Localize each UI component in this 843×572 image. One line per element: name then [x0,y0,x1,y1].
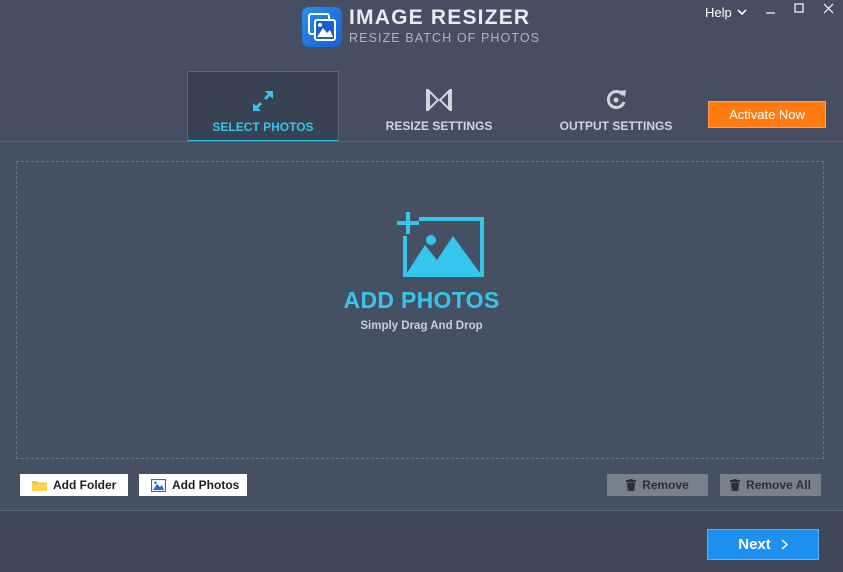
trash-icon [730,479,741,491]
minimize-button[interactable] [762,2,780,18]
expand-arrows-icon [253,91,273,111]
tab-resize-settings[interactable]: RESIZE SETTINGS [363,71,515,142]
header-divider [0,141,843,142]
close-button[interactable] [820,2,838,18]
tab-select-photos[interactable]: SELECT PHOTOS [187,71,339,142]
help-menu[interactable]: Help [705,5,747,20]
drag-drop-hint: Simply Drag And Drop [360,320,483,332]
tab-output-settings[interactable]: OUTPUT SETTINGS [540,71,692,142]
activate-now-button[interactable]: Activate Now [708,101,826,128]
help-label: Help [705,5,732,20]
add-folder-button[interactable]: Add Folder [20,474,128,496]
app-subtitle: RESIZE BATCH OF PHOTOS [349,31,541,45]
maximize-icon [794,3,804,13]
next-button[interactable]: Next [707,529,819,560]
folder-icon [32,481,47,491]
chevron-right-icon [781,539,788,550]
add-photos-label: Add Photos [172,478,240,492]
remove-label: Remove [642,478,689,492]
remove-all-label: Remove All [746,478,811,492]
tab-label: RESIZE SETTINGS [385,119,493,133]
add-photos-button[interactable]: Add Photos [139,474,247,496]
close-icon [823,3,834,14]
minimize-icon [766,12,775,14]
add-photo-icon [395,210,485,283]
app-logo-icon [302,7,342,47]
refresh-icon [606,90,626,109]
image-icon [151,478,166,492]
app-title: IMAGE RESIZER [349,6,531,29]
next-label: Next [738,536,771,553]
remove-all-button[interactable]: Remove All [720,474,821,496]
resize-arrows-icon [426,88,452,112]
tab-label: OUTPUT SETTINGS [559,119,673,133]
add-folder-label: Add Folder [53,478,117,492]
add-photos-title: ADD PHOTOS [343,287,500,313]
remove-button[interactable]: Remove [607,474,708,496]
trash-icon [626,479,637,491]
maximize-button[interactable] [790,2,808,18]
tab-label: SELECT PHOTOS [212,120,314,134]
chevron-down-icon [737,9,747,16]
